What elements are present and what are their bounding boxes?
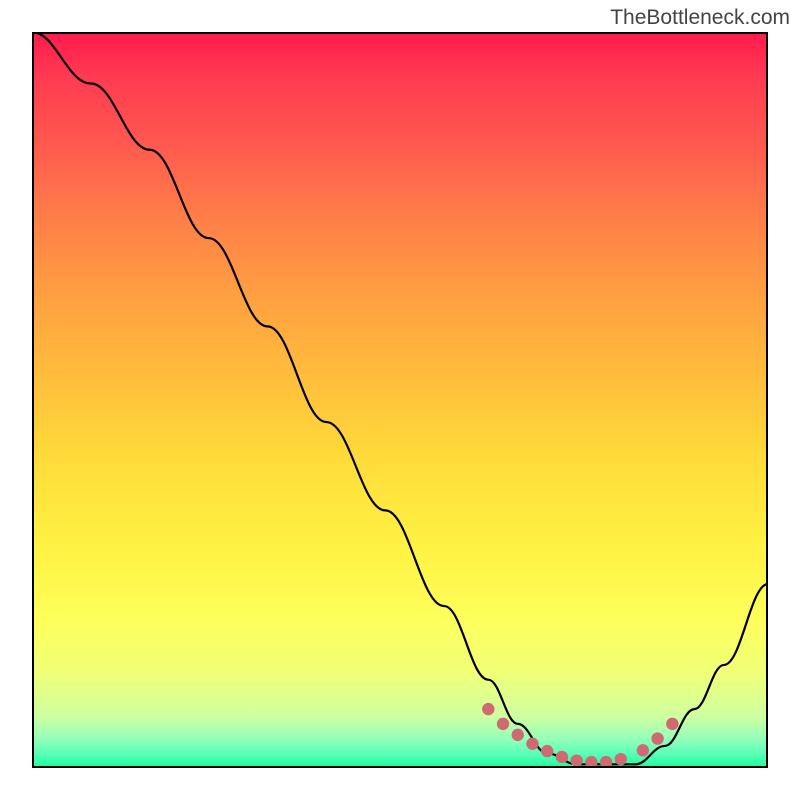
highlight-dot bbox=[666, 718, 678, 730]
highlight-dot bbox=[512, 729, 524, 741]
highlight-dot bbox=[541, 745, 553, 757]
highlight-dot bbox=[651, 732, 663, 744]
highlight-dot bbox=[526, 738, 538, 750]
highlight-dot bbox=[482, 703, 494, 715]
highlight-dots-group bbox=[482, 703, 678, 768]
chart-container: TheBottleneck.com bbox=[0, 0, 800, 800]
watermark-text: TheBottleneck.com bbox=[610, 6, 790, 30]
highlight-dot bbox=[600, 756, 612, 768]
highlight-dot bbox=[497, 718, 509, 730]
highlight-dot bbox=[615, 753, 627, 765]
plot-area bbox=[32, 32, 768, 768]
main-curve-line bbox=[32, 32, 768, 764]
highlight-dot bbox=[637, 744, 649, 756]
chart-svg bbox=[32, 32, 768, 768]
highlight-dot bbox=[585, 756, 597, 768]
highlight-dot bbox=[570, 754, 582, 766]
highlight-dot bbox=[556, 751, 568, 763]
